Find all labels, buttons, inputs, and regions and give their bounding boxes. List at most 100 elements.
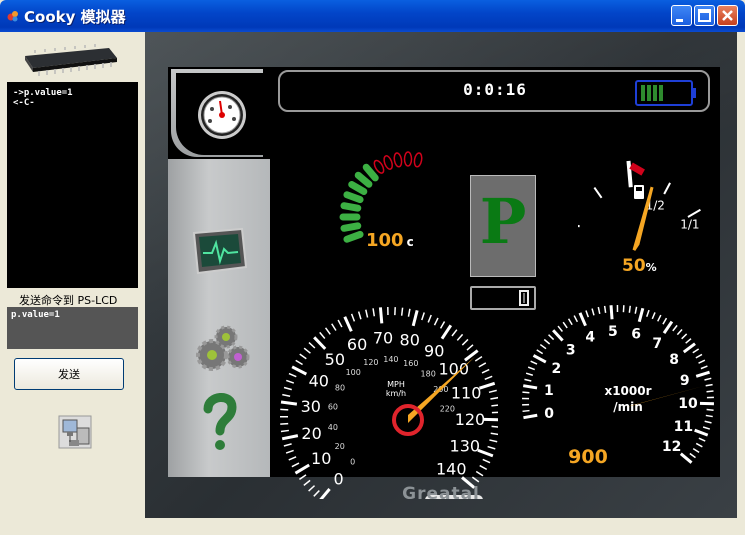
temperature-segment (376, 161, 383, 173)
rpm-tick (681, 333, 688, 340)
rpm-tick-label: 8 (669, 352, 679, 368)
rpm-tick (523, 413, 538, 420)
speed-tick (282, 393, 291, 398)
temperature-segment (340, 202, 362, 212)
rpm-tick (682, 342, 696, 354)
speed-tick (372, 308, 376, 317)
speed-tick (280, 408, 289, 411)
speed-tick-label: 80 (400, 330, 420, 349)
rpm-tick (676, 328, 683, 336)
speed-tick (471, 476, 480, 483)
speed-tick (319, 331, 326, 340)
gear-indicator: P (470, 175, 536, 277)
settings-gears-icon[interactable] (190, 321, 252, 377)
speed-tick-label: 120 (455, 410, 486, 429)
rpm-tick (662, 320, 674, 334)
chip-icon (25, 44, 117, 76)
speed-tick (295, 359, 303, 366)
temperature-readout: 100 c (366, 230, 414, 251)
rpm-tick-label: 12 (662, 439, 681, 455)
speed-tick (299, 353, 307, 360)
rpm-tick-label: 5 (608, 324, 618, 340)
temperature-segment (343, 191, 364, 204)
title-bar[interactable]: Cooky 模拟器 (0, 0, 745, 32)
speed-tick (491, 425, 498, 428)
rpm-tick (552, 329, 564, 342)
rpm-tick (532, 354, 547, 364)
speed-tick (466, 344, 474, 351)
fuel-tick (687, 208, 701, 218)
temperature-segment (348, 181, 368, 195)
monitor-heartbeat-icon[interactable] (190, 227, 250, 277)
speed-tick (433, 317, 439, 326)
speed-tick (489, 439, 498, 443)
minimize-icon (676, 19, 683, 22)
speed-tick (488, 389, 497, 394)
rpm-tick (662, 317, 668, 325)
speed-tick (350, 313, 356, 322)
send-command-label: 发送命令到 PS-LCD (19, 294, 118, 307)
speed-tick (283, 443, 292, 447)
battery-icon (635, 80, 696, 106)
rpm-tick-label: 1 (544, 383, 554, 399)
speed-tick-label: 90 (424, 341, 444, 360)
mph-tick-label: 100 (346, 368, 361, 377)
rpm-tick (692, 348, 700, 354)
maximize-button[interactable] (694, 5, 715, 26)
rpm-tick (557, 325, 563, 332)
rpm-tick (527, 366, 535, 371)
rpm-tick (578, 312, 587, 327)
tachometer: 0123456789101112x1000r/min900RPM (522, 304, 715, 477)
gear-letter: P (479, 185, 527, 258)
rpm-tick (657, 314, 662, 322)
fuel-tick (626, 160, 633, 188)
speed-tick-label: 70 (373, 328, 393, 347)
speed-tick (477, 448, 494, 458)
rpm-tick (704, 377, 712, 381)
rpm-tick (524, 378, 532, 382)
left-panel: ->p.value=1 <-C- 发送命令到 PS-LCD p.value=1 … (3, 32, 142, 532)
computer-network-icon (58, 415, 92, 449)
rpm-tick-label: 0 (544, 406, 554, 422)
send-button[interactable]: 发送 (14, 358, 124, 390)
speed-tick (482, 458, 491, 464)
mph-tick-label: 160 (403, 359, 418, 368)
mph-tick-label: 80 (335, 384, 345, 393)
speed-tick-label: 140 (436, 459, 467, 478)
rpm-tick (700, 365, 708, 370)
lcd-screen: 0:0:16 100 c P 1/2 1/1 50% 0 10 20 30 40 50 60 70… (145, 32, 737, 518)
mph-tick-label: 40 (328, 423, 338, 432)
speed-tick (280, 400, 298, 406)
speed-tick (479, 381, 496, 390)
speed-tick-label: 60 (347, 335, 367, 354)
speed-tick (451, 329, 458, 337)
rpm-tick (603, 305, 607, 313)
speed-tick (365, 309, 369, 318)
fuel-readout: 50% (622, 256, 657, 276)
rpm-tick (706, 390, 714, 393)
dashboard-gauge-icon[interactable] (196, 89, 248, 141)
log-line: ->p.value=1 (13, 88, 73, 98)
fuel-unit: % (645, 261, 657, 274)
help-icon[interactable] (198, 391, 242, 453)
speed-tick (456, 333, 464, 341)
speed-tick (286, 379, 295, 384)
speed-tick-label: 110 (451, 383, 482, 402)
rpm-tick (567, 318, 573, 326)
minimize-button[interactable] (671, 5, 692, 26)
mph-tick-label: 180 (421, 369, 436, 378)
rpm-tick (536, 349, 544, 355)
speed-tick (474, 356, 483, 362)
command-input[interactable]: p.value=1 (7, 307, 138, 349)
rpm-tick (634, 306, 638, 314)
speed-tick (479, 464, 488, 471)
speed-tick (439, 321, 446, 329)
speed-tick (280, 429, 289, 433)
rpm-tick (522, 409, 530, 413)
rpm-tick (597, 306, 601, 315)
speed-tick (487, 445, 496, 450)
close-button[interactable] (717, 5, 738, 26)
speed-tick (337, 319, 343, 328)
rpm-tick (646, 309, 650, 318)
speed-tick (291, 365, 308, 376)
